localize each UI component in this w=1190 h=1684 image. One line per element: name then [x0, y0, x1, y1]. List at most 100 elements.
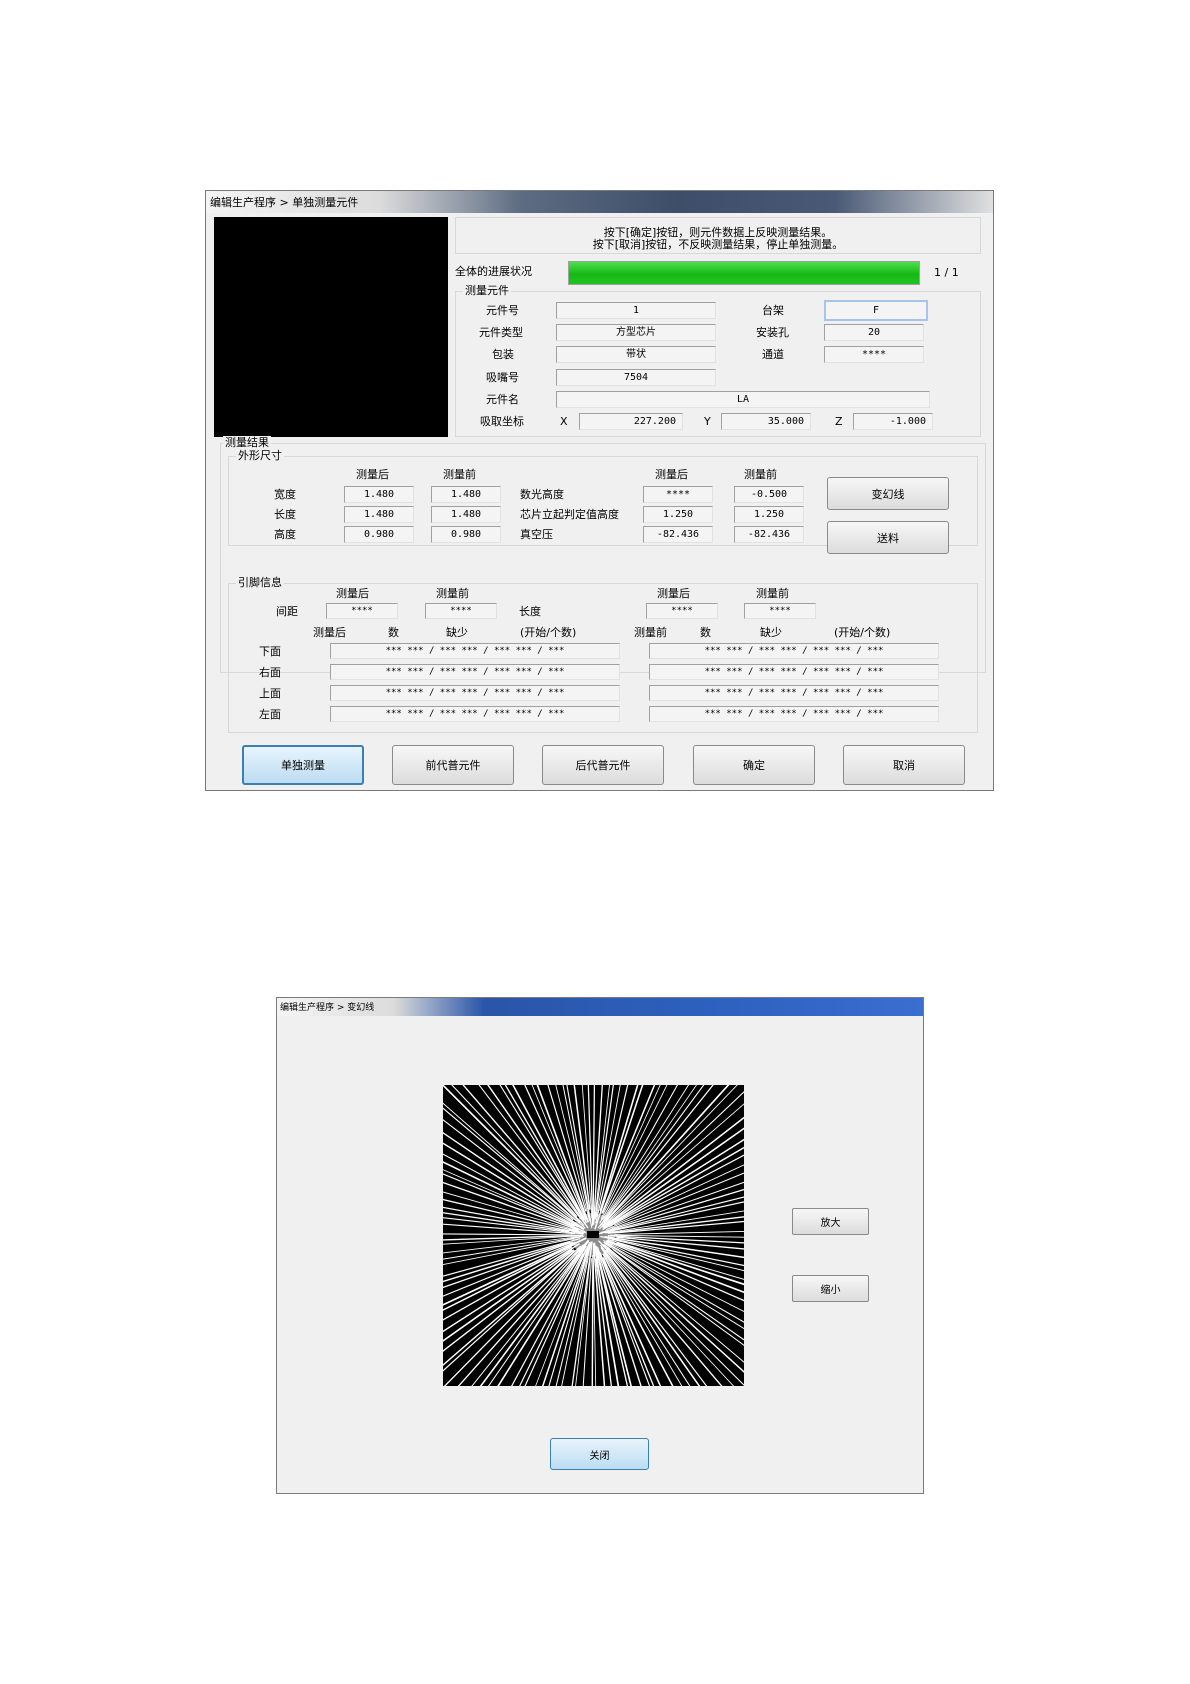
- package-label: 包装: [492, 348, 514, 361]
- height-label: 高度: [274, 528, 296, 541]
- lead-hdr-start-1: (开始/个数): [520, 626, 577, 639]
- x-value: 227.200: [579, 413, 683, 430]
- light-height-after: ****: [643, 486, 713, 503]
- camera-preview: [214, 217, 448, 437]
- close-button[interactable]: 关闭: [550, 1438, 649, 1470]
- chip-stand-after: 1.250: [643, 506, 713, 523]
- lead-group-legend: 引脚信息: [236, 576, 284, 589]
- table-label: 台架: [762, 304, 784, 317]
- title-bar: 编辑生产程序 > 单独测量元件: [206, 191, 993, 213]
- height-after: 0.980: [344, 526, 414, 543]
- width-before: 1.480: [431, 486, 501, 503]
- side-bottom-label: 下面: [259, 645, 281, 658]
- side-right-label: 右面: [259, 666, 281, 679]
- title-bar: 编辑生产程序 > 变幻线: [277, 998, 923, 1016]
- feed-button[interactable]: 送料: [827, 521, 949, 554]
- side-top-before: *** *** / *** *** / *** *** / ***: [649, 685, 939, 701]
- table-value[interactable]: F: [824, 300, 928, 321]
- before-header-2: 测量前: [744, 468, 777, 481]
- lead-hdr-missing-2: 缺少: [760, 626, 782, 639]
- light-dialog: 编辑生产程序 > 变幻线 放大 缩小 关闭: [276, 997, 924, 1494]
- result-group-legend: 测量结果: [223, 436, 271, 449]
- side-top-after: *** *** / *** *** / *** *** / ***: [330, 685, 620, 701]
- lead-hdr-start-2: (开始/个数): [834, 626, 891, 639]
- length-after-header: 测量后: [657, 587, 690, 600]
- channel-label: 通道: [762, 348, 784, 361]
- before-header-1: 测量前: [443, 468, 476, 481]
- chip-stand-before: 1.250: [734, 506, 804, 523]
- progress-count: 1 / 1: [934, 266, 959, 279]
- side-left-before: *** *** / *** *** / *** *** / ***: [649, 706, 939, 722]
- single-measure-button[interactable]: 单独测量: [242, 745, 364, 785]
- zoom-in-button[interactable]: 放大: [792, 1208, 869, 1235]
- component-group-legend: 测量元件: [463, 284, 511, 297]
- lead-hdr-count-2: 数: [700, 626, 711, 639]
- hole-value: 20: [824, 324, 924, 341]
- lead-length-label: 长度: [519, 605, 541, 618]
- side-right-after: *** *** / *** *** / *** *** / ***: [330, 664, 620, 680]
- shape-group-legend: 外形尺寸: [236, 449, 284, 462]
- length-before: 1.480: [431, 506, 501, 523]
- lead-hdr-after: 测量后: [313, 626, 346, 639]
- ok-button[interactable]: 确定: [693, 745, 815, 785]
- part-no-value: 1: [556, 302, 716, 319]
- window-title: 编辑生产程序 > 单独测量元件: [210, 196, 359, 209]
- x-label: X: [560, 415, 568, 428]
- z-label: Z: [835, 415, 843, 428]
- side-left-after: *** *** / *** *** / *** *** / ***: [330, 706, 620, 722]
- package-value: 带状: [556, 346, 716, 363]
- y-value: 35.000: [721, 413, 811, 430]
- chip-stand-label: 芯片立起判定值高度: [520, 508, 619, 521]
- pick-coord-label: 吸取坐标: [480, 415, 524, 428]
- zoom-out-button[interactable]: 缩小: [792, 1275, 869, 1302]
- after-header-1: 测量后: [356, 468, 389, 481]
- hole-label: 安装孔: [756, 326, 789, 339]
- side-bottom-after: *** *** / *** *** / *** *** / ***: [330, 643, 620, 659]
- after-header-2: 测量后: [655, 468, 688, 481]
- measure-dialog: 编辑生产程序 > 单独测量元件 按下[确定]按钮，则元件数据上反映测量结果。 按…: [205, 190, 994, 791]
- message-line-2: 按下[取消]按钮，不反映测量结果，停止单独测量。: [592, 238, 844, 251]
- type-value: 方型芯片: [556, 324, 716, 341]
- name-value: LA: [556, 391, 930, 408]
- length-before-header: 测量前: [756, 587, 789, 600]
- length-label: 长度: [274, 508, 296, 521]
- side-bottom-before: *** *** / *** *** / *** *** / ***: [649, 643, 939, 659]
- window-title: 编辑生产程序 > 变幻线: [280, 1003, 375, 1013]
- progress-bar: [568, 261, 920, 285]
- lead-length-after: ****: [646, 603, 718, 619]
- y-label: Y: [704, 415, 711, 428]
- length-after: 1.480: [344, 506, 414, 523]
- side-right-before: *** *** / *** *** / *** *** / ***: [649, 664, 939, 680]
- progress-fill: [569, 262, 919, 284]
- pitch-before-header: 测量前: [436, 587, 469, 600]
- cancel-button[interactable]: 取消: [843, 745, 965, 785]
- side-left-label: 左面: [259, 708, 281, 721]
- lead-hdr-before: 测量前: [634, 626, 667, 639]
- side-top-label: 上面: [259, 687, 281, 700]
- lead-hdr-missing-1: 缺少: [446, 626, 468, 639]
- previous-component-button[interactable]: 前代普元件: [392, 745, 514, 785]
- lead-length-before: ****: [744, 603, 816, 619]
- vacuum-label: 真空压: [520, 528, 553, 541]
- lead-hdr-count-1: 数: [388, 626, 399, 639]
- measurement-image: [443, 1085, 744, 1386]
- channel-value: ****: [824, 346, 924, 363]
- progress-label: 全体的进展状况: [455, 265, 532, 278]
- message-box: 按下[确定]按钮，则元件数据上反映测量结果。 按下[取消]按钮，不反映测量结果，…: [455, 217, 981, 254]
- pitch-before: ****: [425, 603, 497, 619]
- vacuum-after: -82.436: [643, 526, 713, 543]
- pitch-after: ****: [326, 603, 398, 619]
- next-component-button[interactable]: 后代普元件: [542, 745, 664, 785]
- width-label: 宽度: [274, 488, 296, 501]
- light-height-label: 数光高度: [520, 488, 564, 501]
- part-no-label: 元件号: [486, 304, 519, 317]
- z-value: -1.000: [853, 413, 933, 430]
- nozzle-value: 7504: [556, 369, 716, 386]
- component-marker: [587, 1231, 599, 1238]
- change-light-button[interactable]: 变幻线: [827, 477, 949, 510]
- width-after: 1.480: [344, 486, 414, 503]
- light-height-before: -0.500: [734, 486, 804, 503]
- pitch-label: 间距: [276, 605, 298, 618]
- type-label: 元件类型: [479, 326, 523, 339]
- nozzle-label: 吸嘴号: [486, 371, 519, 384]
